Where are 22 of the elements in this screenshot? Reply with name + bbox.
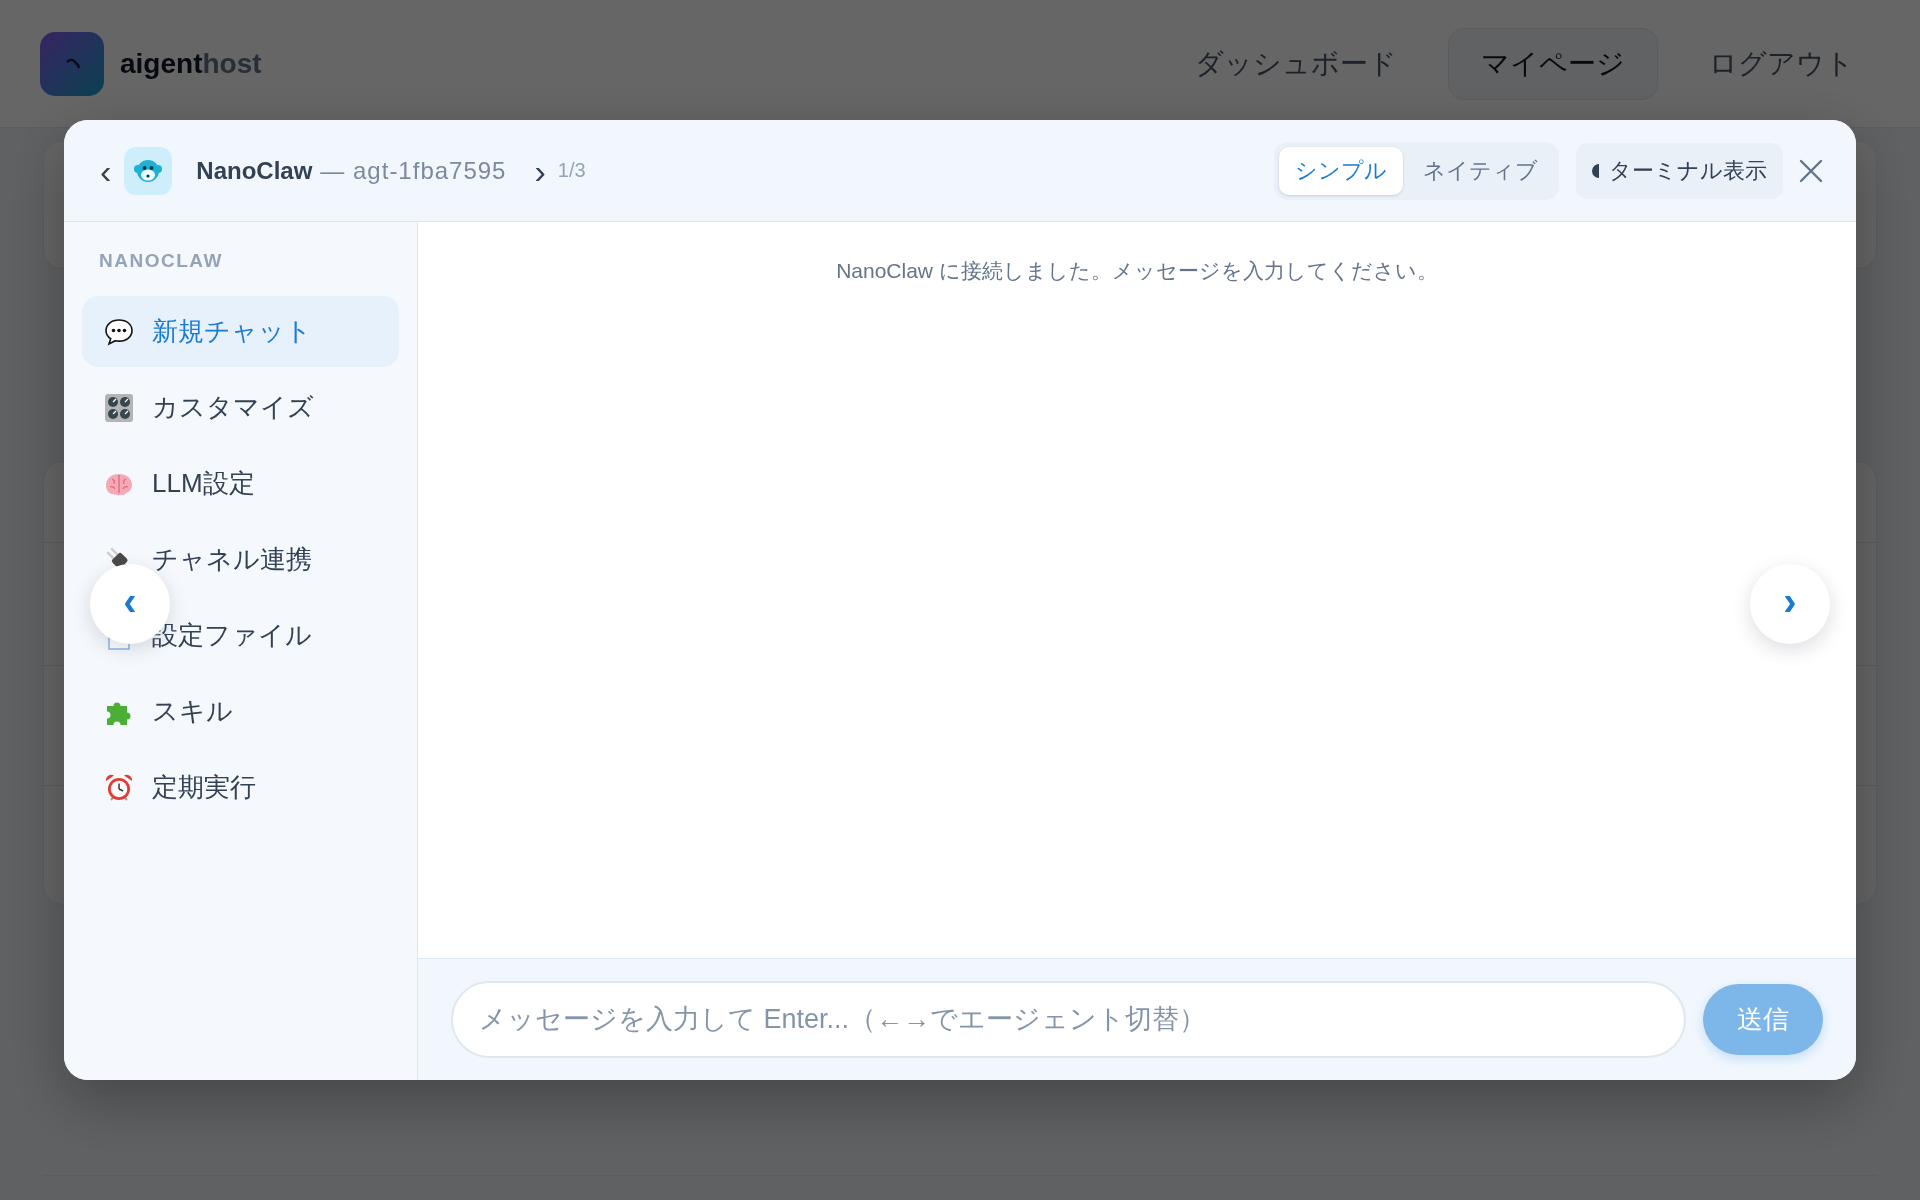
sidebar-item[interactable]: 定期実行 bbox=[82, 752, 399, 823]
sidebar-item[interactable]: LLM設定 bbox=[82, 448, 399, 519]
next-agent-button[interactable]: › bbox=[534, 150, 546, 191]
agent-counter: 1/3 bbox=[557, 159, 586, 182]
sidebar-item[interactable]: スキル bbox=[82, 676, 399, 747]
close-icon bbox=[1799, 158, 1823, 183]
agent-id: — agt-1fba7595 bbox=[320, 156, 507, 185]
previous-agent-button[interactable]: ‹ bbox=[100, 150, 112, 191]
terminal-view-button[interactable]: ターミナル表示 bbox=[1576, 142, 1783, 199]
brand-name: aigenthost bbox=[120, 47, 262, 80]
sidebar-section-label: NANOCLAW bbox=[98, 250, 223, 272]
view-mode-tab[interactable]: シンプル bbox=[1279, 146, 1403, 195]
logo-icon bbox=[40, 31, 104, 96]
system-message: NanoClaw に接続しました。メッセージを入力してください。 bbox=[836, 258, 1438, 284]
close-button[interactable] bbox=[1799, 158, 1823, 183]
agent-title: NanoClaw bbox=[196, 156, 313, 185]
sidebar-item[interactable]: カスタマイズ bbox=[82, 372, 399, 443]
face-icon bbox=[124, 146, 173, 195]
message-input[interactable]: メッセージを入力して Enter...（←→でエージェント切替） bbox=[451, 981, 1686, 1058]
view-mode-tab[interactable]: ネイティブ bbox=[1407, 146, 1554, 195]
sidebar-item[interactable]: 新規チャット bbox=[82, 296, 399, 367]
control-knobs-icon bbox=[103, 391, 135, 424]
